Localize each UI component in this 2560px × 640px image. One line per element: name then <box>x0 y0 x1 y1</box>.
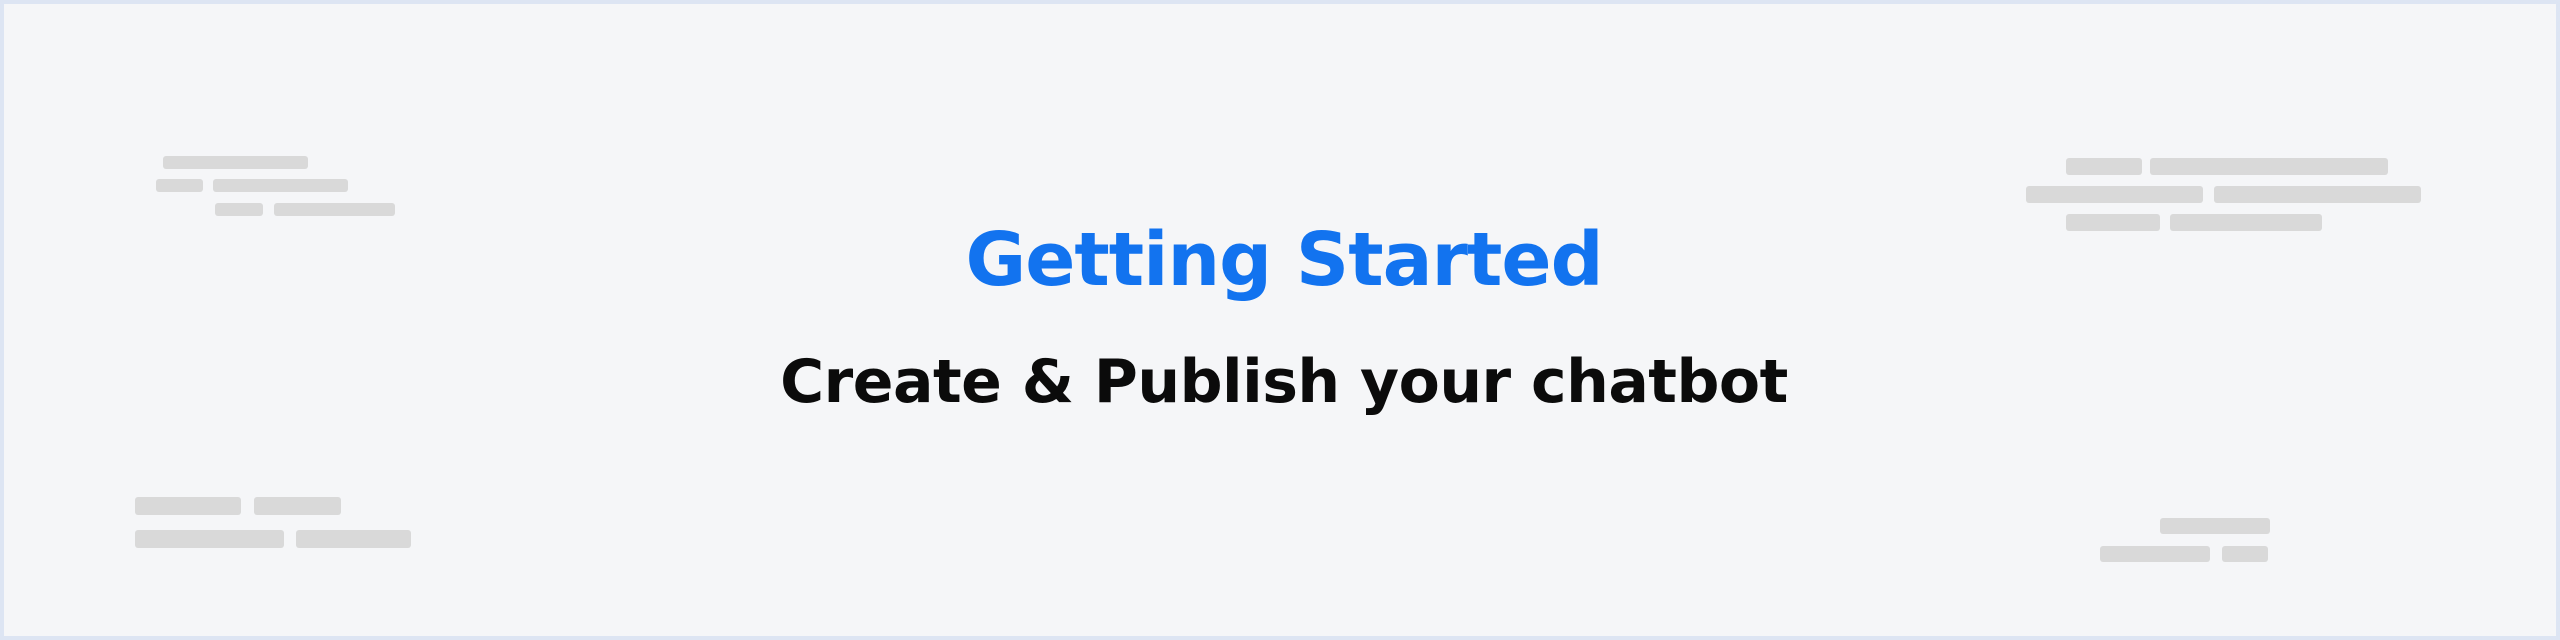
placeholder-bar <box>254 497 341 515</box>
placeholder-bar <box>135 530 284 548</box>
placeholder-bar <box>163 156 308 169</box>
placeholder-bar <box>2026 186 2203 203</box>
placeholder-bar <box>156 179 203 192</box>
placeholder-bar <box>135 497 241 515</box>
placeholder-bar <box>2222 546 2268 562</box>
placeholder-bar <box>2100 546 2210 562</box>
placeholder-bar <box>2214 186 2421 203</box>
page-title: Getting Started <box>965 217 1603 303</box>
placeholder-bar <box>213 179 348 192</box>
decorative-placeholder-bars <box>135 156 2421 562</box>
placeholder-bar <box>2066 158 2142 175</box>
getting-started-banner: Getting Started Create & Publish your ch… <box>0 0 2560 640</box>
placeholder-bar <box>2160 518 2270 534</box>
page-subtitle: Create & Publish your chatbot <box>780 347 1788 417</box>
placeholder-bar <box>2150 158 2388 175</box>
placeholder-bar <box>296 530 411 548</box>
